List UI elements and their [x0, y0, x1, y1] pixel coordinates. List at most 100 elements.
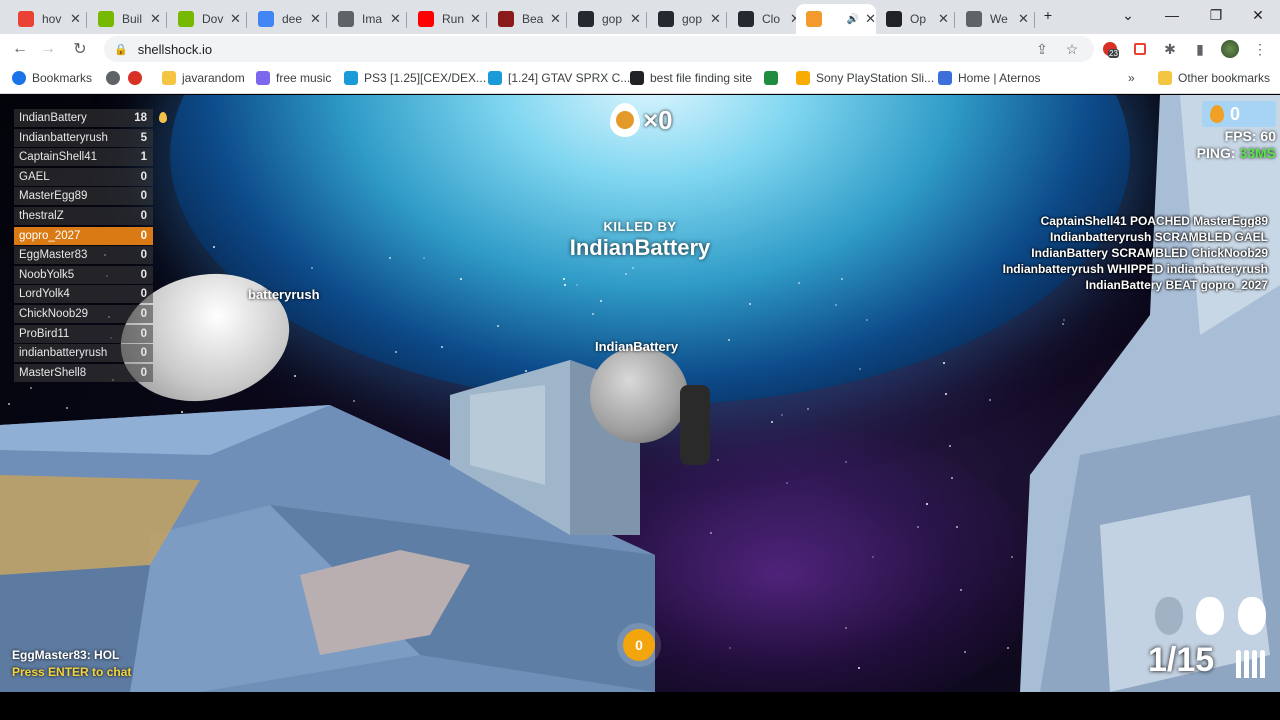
egg-count: 0 [1230, 103, 1241, 124]
bookmark-star-icon[interactable]: ☆ [1062, 39, 1082, 59]
bookmark-item[interactable] [106, 71, 126, 85]
extension-icon[interactable] [1130, 39, 1150, 59]
address-bar[interactable]: 🔒 shellshock.io [104, 36, 1094, 62]
profile-avatar[interactable] [1220, 39, 1240, 59]
back-button[interactable]: ← [8, 37, 32, 61]
tab-title: hov [42, 12, 62, 26]
close-tab-icon[interactable]: ✕ [230, 11, 241, 27]
player-name: Indianbatteryrush [19, 131, 108, 144]
scoreboard-row: MasterEgg89 0 [14, 187, 153, 206]
browser-tab[interactable]: gop ✕ [568, 4, 647, 34]
close-window-button[interactable]: ✕ [1236, 4, 1280, 26]
bookmark-item[interactable] [764, 71, 784, 85]
m-icon [498, 11, 514, 27]
reload-button[interactable]: ↻ [68, 37, 92, 61]
chevron-down-icon: ⌄ [1122, 6, 1134, 23]
url-text: shellshock.io [137, 41, 213, 57]
browser-tab[interactable]: gop ✕ [648, 4, 727, 34]
chat-message: EggMaster83: HOL [12, 648, 120, 662]
bookmark-item[interactable]: best file finding site [630, 71, 752, 85]
nvidia-icon [98, 11, 114, 27]
chat[interactable]: EggMaster83: HOL Press ENTER to chat [12, 648, 131, 679]
player-score: 0 [140, 366, 147, 379]
player-name: ChickNoob29 [19, 307, 89, 320]
browser-tab[interactable]: Ima ✕ [328, 4, 407, 34]
scoreboard-row: NoobYolk5 0 [14, 265, 153, 284]
player-name: NoobYolk5 [19, 268, 75, 281]
close-tab-icon[interactable]: ✕ [938, 11, 949, 27]
bullets-icon [1236, 650, 1265, 678]
bookmark-item[interactable]: free music [256, 71, 331, 85]
close-tab-icon[interactable]: ✕ [310, 11, 321, 27]
scoreboard-row: Indianbatteryrush 5 [14, 128, 153, 147]
restore-button[interactable]: ❐ [1194, 4, 1238, 26]
browser-tab[interactable]: dee ✕ [248, 4, 327, 34]
close-tab-icon[interactable]: ✕ [150, 11, 161, 27]
tab-search-button[interactable]: ⌄ [1106, 4, 1150, 26]
bookmark-item[interactable]: [1.24] GTAV SPRX C... [488, 71, 630, 85]
close-tab-icon[interactable]: ✕ [865, 11, 876, 27]
forward-button[interactable]: → [36, 37, 60, 61]
player-score: 1 [140, 151, 147, 164]
browser-tab[interactable]: Op ✕ [876, 4, 955, 34]
bookmarks-overflow-icon[interactable]: » [1128, 71, 1135, 85]
bookmark-item[interactable]: PS3 [1.25][CEX/DEX... [344, 71, 486, 85]
new-tab-button[interactable]: + [1034, 4, 1062, 26]
fps-value: 60 [1260, 128, 1276, 144]
share-icon[interactable]: ⇪ [1032, 39, 1052, 59]
tab-title: Clo [762, 12, 781, 26]
browser-tab[interactable]: Bea ✕ [488, 4, 567, 34]
bookmark-item[interactable]: Bookmarks [12, 71, 92, 85]
respawn-timer: 0 [623, 629, 655, 661]
music-icon [256, 71, 270, 85]
close-tab-icon[interactable]: ✕ [1018, 11, 1029, 27]
player-name: indianbatteryrush [19, 347, 108, 360]
game-viewport[interactable]: batteryrush IndianBattery IndianBattery 1… [0, 95, 1280, 692]
close-tab-icon[interactable]: ✕ [550, 11, 561, 27]
bookmark-label: best file finding site [650, 71, 753, 85]
bookmark-item[interactable] [128, 71, 148, 85]
killed-by-label: KILLED BY [603, 219, 677, 234]
google-icon [18, 11, 34, 27]
player-score: 0 [140, 327, 147, 340]
aternos-icon [938, 71, 952, 85]
other-bookmarks[interactable]: Other bookmarks [1158, 71, 1270, 85]
speaker-icon[interactable]: 🔊 [847, 14, 859, 25]
player-name: MasterShell8 [19, 366, 87, 379]
side-panel-icon[interactable]: ▮ [1190, 39, 1210, 59]
close-tab-icon[interactable]: ✕ [70, 11, 81, 27]
extension-badge-icon[interactable]: 23 [1100, 39, 1120, 59]
browser-tab[interactable]: 🔊 ✕ [796, 4, 876, 34]
browser-tab[interactable]: hov ✕ [8, 4, 87, 34]
bookmark-item[interactable]: Sony PlayStation Sli... [796, 71, 934, 85]
green-square-icon [764, 71, 778, 85]
bookmark-item[interactable]: Home | Aternos [938, 71, 1041, 85]
minimize-icon: — [1165, 7, 1179, 23]
restore-icon: ❐ [1209, 6, 1223, 23]
bookmark-item[interactable]: javarandom [162, 71, 245, 85]
scoreboard-row: LordYolk4 0 [14, 285, 153, 304]
close-tab-icon[interactable]: ✕ [710, 11, 721, 27]
menu-kebab-icon[interactable]: ⋮ [1250, 39, 1270, 59]
close-tab-icon[interactable]: ✕ [470, 11, 481, 27]
extension-badge-count: 23 [1108, 49, 1119, 58]
browser-tab[interactable]: Buil ✕ [88, 4, 167, 34]
killfeed-entry: CaptainShell41 POACHED MasterEgg89 [1040, 214, 1268, 228]
player-name: thestralZ [19, 209, 64, 222]
kill-streak: ×0 [610, 103, 673, 137]
browser-tab[interactable]: Dov ✕ [168, 4, 247, 34]
chart-icon [338, 11, 354, 27]
back-arrow-icon: ← [12, 40, 28, 57]
browser-tab[interactable]: We ✕ [956, 4, 1035, 34]
close-icon: ✕ [1252, 6, 1264, 23]
bookmark-label: javarandom [182, 71, 245, 85]
browser-tab[interactable]: Run ✕ [408, 4, 487, 34]
close-tab-icon[interactable]: ✕ [630, 11, 641, 27]
minimize-button[interactable]: — [1150, 4, 1194, 26]
close-tab-icon[interactable]: ✕ [390, 11, 401, 27]
tab-title: gop [682, 12, 703, 26]
extensions-puzzle-icon[interactable]: ✱ [1160, 39, 1180, 59]
github-icon [738, 11, 754, 27]
killed-by-banner: KILLED BY IndianBattery [520, 219, 760, 261]
player-score: 0 [140, 288, 147, 301]
